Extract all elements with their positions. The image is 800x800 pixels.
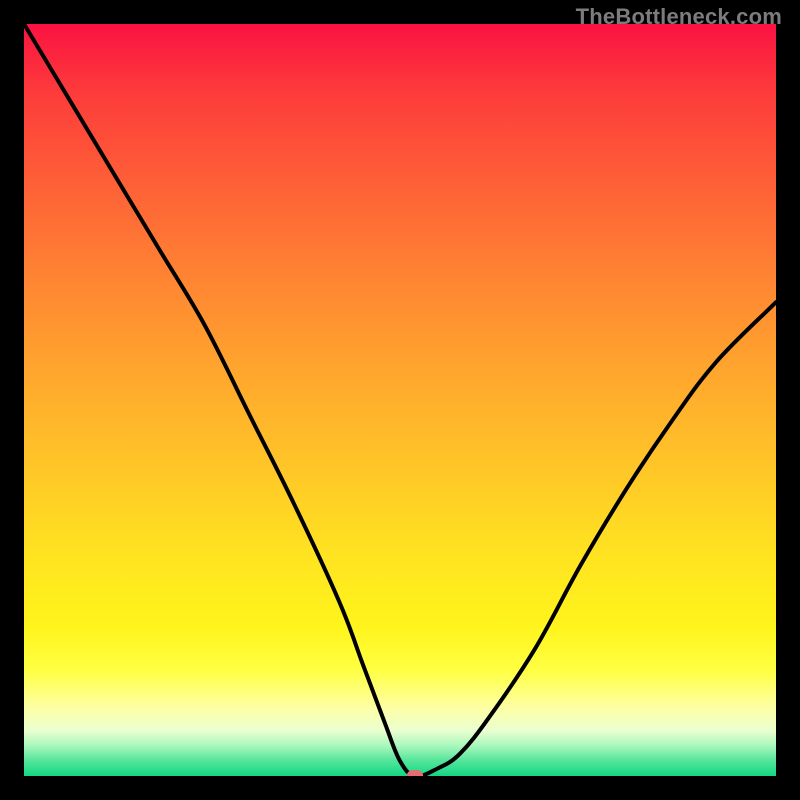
watermark-text: TheBottleneck.com: [576, 4, 782, 30]
plot-area: [24, 24, 776, 776]
bottleneck-curve: [24, 24, 776, 776]
minimum-marker: [407, 770, 423, 776]
chart-frame: TheBottleneck.com: [0, 0, 800, 800]
curve-path: [24, 24, 776, 776]
